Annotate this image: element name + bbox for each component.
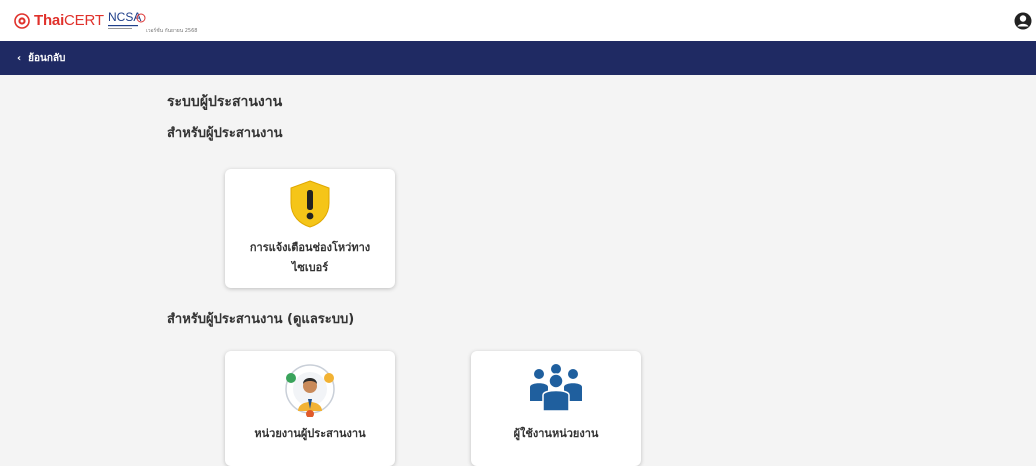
user-account-icon[interactable] (1014, 11, 1032, 31)
thaicert-logo[interactable]: ThaiCERT (14, 12, 104, 29)
warning-shield-icon (290, 180, 330, 228)
top-header: ThaiCERT NCSA เวอร์ชั่น กันยายน 2568 (0, 0, 1036, 41)
card-label: การแจ้งเตือนช่องโหว่ทาง (249, 241, 371, 254)
back-button-label: ย้อนกลับ (28, 53, 66, 64)
card-label: หน่วยงานผู้ประสานงาน (254, 427, 366, 440)
card-label: ผู้ใช้งานหน่วยงาน (513, 427, 599, 440)
agency-users-icon (530, 364, 582, 412)
thaicert-logo-text: ThaiCERT (34, 12, 104, 29)
thaicert-logo-icon (14, 12, 30, 29)
back-button[interactable]: ‹ ย้อนกลับ (17, 51, 65, 66)
section-heading-coordinator: สำหรับผู้ประสานงาน (167, 126, 283, 141)
coordinator-agency-icon (285, 364, 335, 417)
svg-text:NCSA: NCSA (108, 10, 141, 24)
card-label-line2: ไซเบอร์ (291, 261, 329, 274)
section-heading-admin: สำหรับผู้ประสานงาน (ดูแลระบบ) (167, 312, 355, 327)
card-coordinator-agency[interactable]: หน่วยงานผู้ประสานงาน (225, 351, 395, 466)
page-title: ระบบผู้ประสานงาน (167, 94, 283, 110)
card-vulnerability-alert[interactable]: การแจ้งเตือนช่องโหว่ทาง ไซเบอร์ (225, 169, 395, 288)
nav-bar: ‹ ย้อนกลับ (0, 41, 1036, 75)
chevron-left-icon: ‹ (17, 53, 22, 64)
version-text: เวอร์ชั่น กันยายน 2568 (146, 28, 198, 34)
card-agency-users[interactable]: ผู้ใช้งานหน่วยงาน (471, 351, 641, 466)
